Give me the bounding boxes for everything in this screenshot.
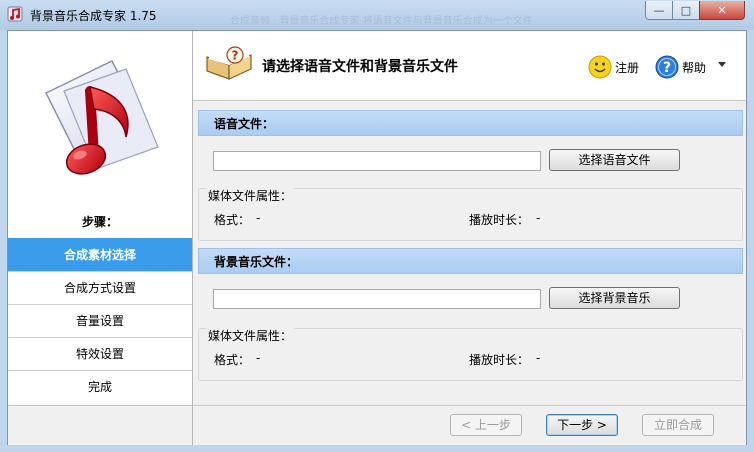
voice-format-value: - xyxy=(256,211,261,225)
sidebar: 步骤： 合成素材选择 合成方式设置 音量设置 特效设置 完成 xyxy=(8,31,193,405)
music-format-value: - xyxy=(256,351,261,365)
prev-step-button[interactable]: < 上一步 xyxy=(450,414,522,436)
step-item-volume[interactable]: 音量设置 xyxy=(8,304,192,337)
chevron-down-icon[interactable] xyxy=(718,62,726,67)
page-title: 请选择语音文件和背景音乐文件 xyxy=(262,59,458,75)
merge-now-button[interactable]: 立即合成 xyxy=(642,414,714,436)
step-item-material[interactable]: 合成素材选择 xyxy=(8,238,192,271)
book-question-icon: ? xyxy=(206,46,252,80)
select-music-button[interactable]: 选择背景音乐 xyxy=(549,287,680,309)
maximize-button[interactable]: □ xyxy=(672,1,700,20)
step-list: 合成素材选择 合成方式设置 音量设置 特效设置 完成 xyxy=(8,238,192,403)
close-button[interactable]: ✕ xyxy=(699,1,745,20)
voice-properties-group: 媒体文件属性： 格式： - 播放时长： - xyxy=(198,187,743,241)
select-voice-button[interactable]: 选择语音文件 xyxy=(549,149,680,171)
help-icon: ? xyxy=(655,55,679,79)
client-area: 步骤： 合成素材选择 合成方式设置 音量设置 特效设置 完成 ? 请选择语音文件… xyxy=(7,30,747,445)
music-properties-group: 媒体文件属性： 格式： - 播放时长： - xyxy=(198,327,743,381)
help-label: 帮助 xyxy=(682,60,707,75)
music-duration-value: - xyxy=(536,351,541,365)
footer-left-pane xyxy=(8,405,193,445)
music-properties-title: 媒体文件属性： xyxy=(206,327,295,344)
svg-text:?: ? xyxy=(232,49,239,63)
smiley-icon xyxy=(588,55,612,79)
app-window: 背景音乐合成专家 1.75 合成音频 · 背景音乐合成专家 将语音文件与背景音乐… xyxy=(0,0,754,452)
wizard-footer: < 上一步 下一步 > 立即合成 xyxy=(193,405,746,445)
title-bar[interactable]: 背景音乐合成专家 1.75 合成音频 · 背景音乐合成专家 将语音文件与背景音乐… xyxy=(0,0,754,30)
music-format-label: 格式： xyxy=(214,353,251,367)
voice-section-header: 语音文件： xyxy=(198,110,743,136)
voice-duration-label: 播放时长： xyxy=(469,213,530,227)
window-title: 背景音乐合成专家 1.75 xyxy=(30,9,157,23)
svg-text:?: ? xyxy=(663,60,671,76)
register-label: 注册 xyxy=(615,60,640,75)
voice-duration-value: - xyxy=(536,211,541,225)
minimize-button[interactable]: — xyxy=(645,1,673,20)
steps-label: 步骤： xyxy=(81,215,118,229)
next-step-button[interactable]: 下一步 > xyxy=(546,414,618,436)
help-link[interactable]: ? 帮助 xyxy=(655,55,706,79)
music-note-logo-icon xyxy=(44,60,159,175)
title-ghost-text: 合成音频 · 背景音乐合成专家 将语音文件与背景音乐合成为一个文件 xyxy=(230,16,533,24)
voice-file-path-input[interactable] xyxy=(213,151,541,171)
register-link[interactable]: 注册 xyxy=(588,55,639,79)
music-file-path-input[interactable] xyxy=(213,289,541,309)
music-duration-label: 播放时长： xyxy=(469,353,530,367)
app-icon xyxy=(7,6,23,22)
step-item-effects[interactable]: 特效设置 xyxy=(8,337,192,370)
step-item-finish[interactable]: 完成 xyxy=(8,370,192,403)
music-section-header: 背景音乐文件： xyxy=(198,248,743,274)
voice-format-label: 格式： xyxy=(214,213,251,227)
page-header: ? 请选择语音文件和背景音乐文件 注册 ? 帮助 xyxy=(193,31,746,101)
voice-properties-title: 媒体文件属性： xyxy=(206,187,295,204)
main-panel: ? 请选择语音文件和背景音乐文件 注册 ? 帮助 语音文件： 选择语音文件 媒体… xyxy=(193,31,746,405)
step-item-mode[interactable]: 合成方式设置 xyxy=(8,271,192,304)
